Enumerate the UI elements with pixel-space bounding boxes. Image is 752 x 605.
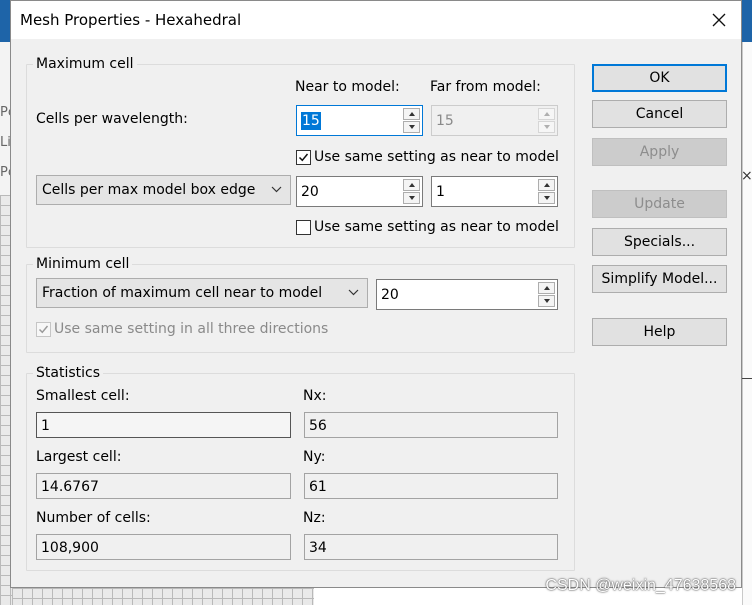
ny-field[interactable]: 61 [304, 473, 558, 499]
far-from-model-header: Far from model: [430, 79, 541, 95]
apply-button[interactable]: Apply [592, 138, 727, 166]
wavelength-far-spinbox[interactable]: 15 [431, 105, 558, 136]
maximum-cell-title: Maximum cell [33, 55, 137, 73]
app-right-panel [742, 42, 752, 605]
minimum-cell-spinbox[interactable]: 20 [376, 279, 558, 310]
arrow-up-icon [408, 183, 415, 187]
ok-button[interactable]: OK [592, 64, 727, 92]
edge-far-spinbox[interactable]: 1 [431, 176, 558, 207]
ny-value: 61 [309, 479, 327, 495]
simplify-model-button[interactable]: Simplify Model... [592, 265, 727, 293]
wavelength-far-down-button[interactable] [538, 121, 555, 133]
arrow-down-icon [408, 196, 415, 200]
nz-value: 34 [309, 540, 327, 556]
arrow-up-icon [408, 112, 415, 116]
statistics-title: Statistics [33, 364, 103, 382]
number-of-cells-value: 108,900 [41, 540, 99, 556]
arrow-up-icon [543, 183, 550, 187]
number-of-cells-label: Number of cells: [36, 510, 151, 526]
wavelength-near-up-button[interactable] [403, 108, 420, 120]
arrow-up-icon [543, 112, 550, 116]
three-directions-checkbox[interactable]: Use same setting in all three directions [36, 320, 328, 338]
wavelength-near-value[interactable]: 15 [301, 112, 321, 130]
three-directions-label: Use same setting in all three directions [54, 321, 329, 337]
checkmark-icon [298, 153, 309, 161]
same-setting-wavelength-checkbox[interactable]: Use same setting as near to model [296, 148, 559, 166]
largest-cell-field[interactable]: 14.6767 [36, 473, 291, 499]
arrow-down-icon [543, 125, 550, 129]
wavelength-near-down-button[interactable] [403, 121, 420, 133]
close-icon [712, 13, 726, 27]
cancel-button[interactable]: Cancel [592, 100, 727, 128]
cells-per-wavelength-label: Cells per wavelength: [36, 111, 188, 127]
minimum-cell-value[interactable]: 20 [381, 286, 399, 304]
smallest-cell-label: Smallest cell: [36, 388, 130, 404]
nz-field[interactable]: 34 [304, 534, 558, 560]
panel-close-icon[interactable]: × [741, 168, 752, 184]
smallest-cell-field[interactable]: 1 [36, 412, 291, 438]
minimum-cell-up-button[interactable] [538, 282, 555, 294]
near-to-model-header: Near to model: [295, 79, 400, 95]
wavelength-far-up-button[interactable] [538, 108, 555, 120]
arrow-down-icon [408, 125, 415, 129]
update-button[interactable]: Update [592, 190, 727, 218]
watermark: CSDN @weixin_47638568 [545, 577, 736, 594]
edge-mode-selected: Cells per max model box edge [42, 182, 256, 198]
same-setting-wavelength-label: Use same setting as near to model [314, 149, 559, 165]
arrow-down-icon [543, 196, 550, 200]
wavelength-near-spinbox[interactable]: 15 [296, 105, 423, 136]
edge-near-up-button[interactable] [403, 179, 420, 191]
edge-far-value[interactable]: 1 [436, 183, 445, 201]
nz-label: Nz: [303, 510, 326, 526]
edge-near-spinbox[interactable]: 20 [296, 176, 423, 207]
title-bar: Mesh Properties - Hexahedral [11, 1, 741, 39]
edge-mode-dropdown[interactable]: Cells per max model box edge [36, 175, 291, 205]
close-button[interactable] [697, 1, 741, 39]
checkbox-box[interactable] [296, 149, 311, 165]
edge-near-value[interactable]: 20 [301, 183, 319, 201]
largest-cell-value: 14.6767 [41, 479, 99, 495]
nx-value: 56 [309, 418, 327, 434]
nx-field[interactable]: 56 [304, 412, 558, 438]
largest-cell-label: Largest cell: [36, 449, 122, 465]
panel-divider [742, 378, 752, 379]
same-setting-edge-checkbox[interactable]: Use same setting as near to model [296, 218, 559, 236]
specials-button[interactable]: Specials... [592, 228, 727, 256]
chevron-down-icon [271, 186, 282, 193]
dialog-title: Mesh Properties - Hexahedral [20, 11, 242, 29]
edge-near-down-button[interactable] [403, 192, 420, 204]
smallest-cell-value: 1 [41, 418, 50, 434]
help-button[interactable]: Help [592, 318, 727, 346]
checkbox-box[interactable] [296, 219, 311, 235]
minimum-cell-title: Minimum cell [33, 255, 133, 273]
edge-far-down-button[interactable] [538, 192, 555, 204]
ny-label: Ny: [303, 449, 326, 465]
arrow-down-icon [543, 299, 550, 303]
edge-far-up-button[interactable] [538, 179, 555, 191]
number-of-cells-field[interactable]: 108,900 [36, 534, 291, 560]
checkbox-box[interactable] [36, 321, 51, 337]
same-setting-edge-label: Use same setting as near to model [314, 219, 559, 235]
mesh-properties-dialog: Mesh Properties - Hexahedral Maximum cel… [10, 0, 742, 588]
checkmark-icon [38, 325, 49, 333]
wavelength-far-value: 15 [436, 113, 454, 129]
chevron-down-icon [348, 289, 359, 296]
arrow-up-icon [543, 286, 550, 290]
minimum-cell-down-button[interactable] [538, 295, 555, 307]
nx-label: Nx: [303, 388, 327, 404]
mesh-grid-view-bottom [12, 588, 314, 605]
minimum-cell-mode-dropdown[interactable]: Fraction of maximum cell near to model [36, 278, 368, 308]
minimum-cell-mode-selected: Fraction of maximum cell near to model [42, 285, 323, 301]
